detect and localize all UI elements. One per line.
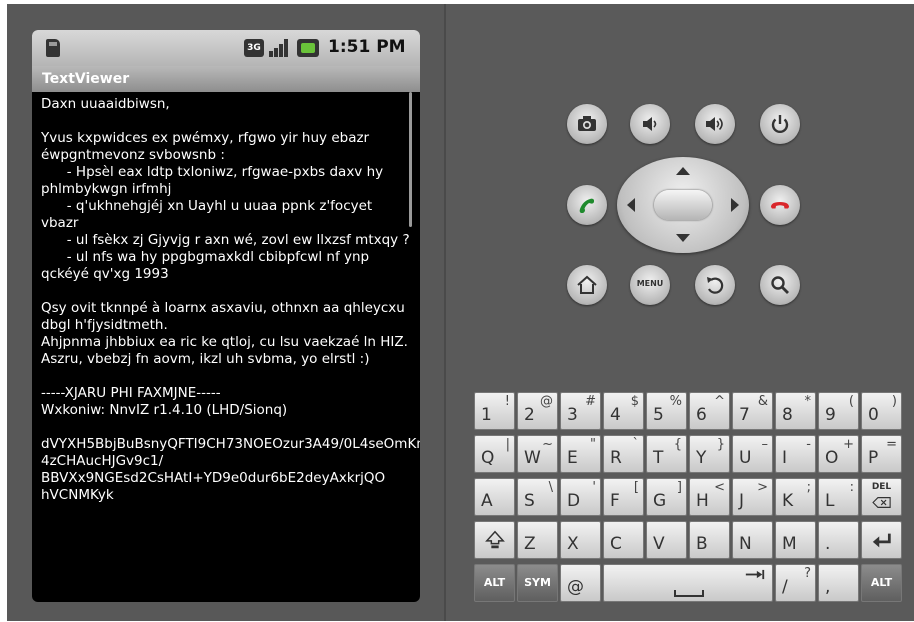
camera-icon (578, 116, 596, 131)
volume-down-button[interactable] (630, 104, 670, 144)
key-shift[interactable] (474, 521, 515, 559)
key-z[interactable]: Z (517, 521, 558, 559)
key-comma[interactable]: , (818, 564, 859, 602)
key-y[interactable]: Y} (689, 435, 730, 473)
power-icon (771, 115, 789, 134)
key-j[interactable]: J > (732, 478, 773, 516)
key-period[interactable]: . (818, 521, 859, 559)
power-button[interactable] (760, 104, 800, 144)
menu-button-label: MENU (636, 279, 664, 288)
battery-icon (297, 39, 319, 57)
key-slash[interactable]: /? (775, 564, 816, 602)
volume-up-button[interactable] (695, 104, 735, 144)
keyboard-row-asdf: A S \ D ' F[ G] H < J > K; L: DEL (474, 478, 902, 516)
keyboard-row-bottom: ALT SYM @ /? , ALT (474, 564, 902, 602)
delete-icon (872, 497, 891, 508)
enter-icon (872, 533, 891, 548)
dpad-center-button[interactable] (654, 190, 712, 220)
key-space[interactable] (603, 564, 773, 602)
camera-button[interactable] (567, 104, 607, 144)
key-u[interactable]: U – (732, 435, 773, 473)
key-i[interactable]: I- (775, 435, 816, 473)
key-alt-left[interactable]: ALT (474, 564, 515, 602)
status-clock: 1:51 PM (328, 37, 406, 57)
phone-screen: 3G 1:51 PM TextViewer Daxn uuaaidbiwsn, … (32, 30, 420, 602)
key-alt-right[interactable]: ALT (861, 564, 902, 602)
keyboard-row-qwerty: Q | W ~ E " R ` T{ Y} U – I- O + P = (474, 435, 902, 473)
key-c[interactable]: C (603, 521, 644, 559)
key-0[interactable]: 0) (861, 392, 902, 430)
keyboard-row-zxcv: Z X C V B N M . (474, 521, 902, 559)
key-8[interactable]: 8 * (775, 392, 816, 430)
sd-card-icon (46, 39, 60, 57)
key-s[interactable]: S \ (517, 478, 558, 516)
signal-strength-icon (269, 39, 291, 57)
end-call-icon (771, 202, 789, 209)
search-button[interactable] (760, 265, 800, 305)
home-icon (577, 275, 597, 294)
call-button[interactable] (567, 185, 607, 225)
key-o[interactable]: O + (818, 435, 859, 473)
search-icon (771, 276, 789, 294)
dpad-left-icon[interactable] (627, 198, 635, 212)
key-2[interactable]: 2 @ (517, 392, 558, 430)
key-3[interactable]: 3 # (560, 392, 601, 430)
app-title: TextViewer (32, 66, 420, 92)
end-call-button[interactable] (760, 185, 800, 225)
key-k[interactable]: K; (775, 478, 816, 516)
back-icon (707, 277, 724, 294)
status-bar: 3G 1:51 PM (32, 30, 420, 66)
key-9[interactable]: 9( (818, 392, 859, 430)
key-v[interactable]: V (646, 521, 687, 559)
key-d[interactable]: D ' (560, 478, 601, 516)
key-g[interactable]: G] (646, 478, 687, 516)
key-q[interactable]: Q | (474, 435, 515, 473)
key-4[interactable]: 4 $ (603, 392, 644, 430)
key-h[interactable]: H < (689, 478, 730, 516)
back-button[interactable] (695, 265, 735, 305)
key-6[interactable]: 6 ^ (689, 392, 730, 430)
space-icon (674, 590, 704, 597)
key-b[interactable]: B (689, 521, 730, 559)
dpad[interactable] (617, 157, 749, 253)
key-at[interactable]: @ (560, 564, 601, 602)
key-f[interactable]: F[ (603, 478, 644, 516)
key-m[interactable]: M (775, 521, 816, 559)
keyboard-row-numbers: 1! 2 @ 3 # 4 $ 5% 6 ^ 7 & 8 * 9( 0) (474, 392, 902, 430)
shift-icon (485, 530, 505, 549)
key-n[interactable]: N (732, 521, 773, 559)
key-a[interactable]: A (474, 478, 515, 516)
home-button[interactable] (567, 265, 607, 305)
scrollbar[interactable] (409, 92, 412, 227)
key-sym[interactable]: SYM (517, 564, 558, 602)
key-l[interactable]: L: (818, 478, 859, 516)
phone-call-icon (579, 198, 594, 213)
tab-icon (745, 569, 765, 580)
key-7[interactable]: 7 & (732, 392, 773, 430)
volume-up-icon (706, 117, 723, 131)
key-w[interactable]: W ~ (517, 435, 558, 473)
key-delete[interactable]: DEL (861, 478, 902, 516)
dpad-right-icon[interactable] (731, 198, 739, 212)
text-viewer-content[interactable]: Daxn uuaaidbiwsn, Yvus kxpwidces ex pwém… (32, 92, 420, 602)
key-r[interactable]: R ` (603, 435, 644, 473)
key-p[interactable]: P = (861, 435, 902, 473)
key-t[interactable]: T{ (646, 435, 687, 473)
key-x[interactable]: X (560, 521, 601, 559)
key-1[interactable]: 1! (474, 392, 515, 430)
network-3g-icon: 3G (244, 39, 264, 57)
key-5[interactable]: 5% (646, 392, 687, 430)
hardware-keyboard: 1! 2 @ 3 # 4 $ 5% 6 ^ 7 & 8 * 9( 0) Q | W ~ E " R… (474, 392, 902, 602)
key-enter[interactable] (861, 521, 902, 559)
dpad-up-icon[interactable] (676, 167, 690, 175)
menu-button[interactable]: MENU (630, 265, 670, 305)
volume-down-icon (643, 117, 657, 131)
dpad-down-icon[interactable] (676, 234, 690, 242)
document-text: Daxn uuaaidbiwsn, Yvus kxpwidces ex pwém… (41, 96, 420, 503)
key-e[interactable]: E " (560, 435, 601, 473)
